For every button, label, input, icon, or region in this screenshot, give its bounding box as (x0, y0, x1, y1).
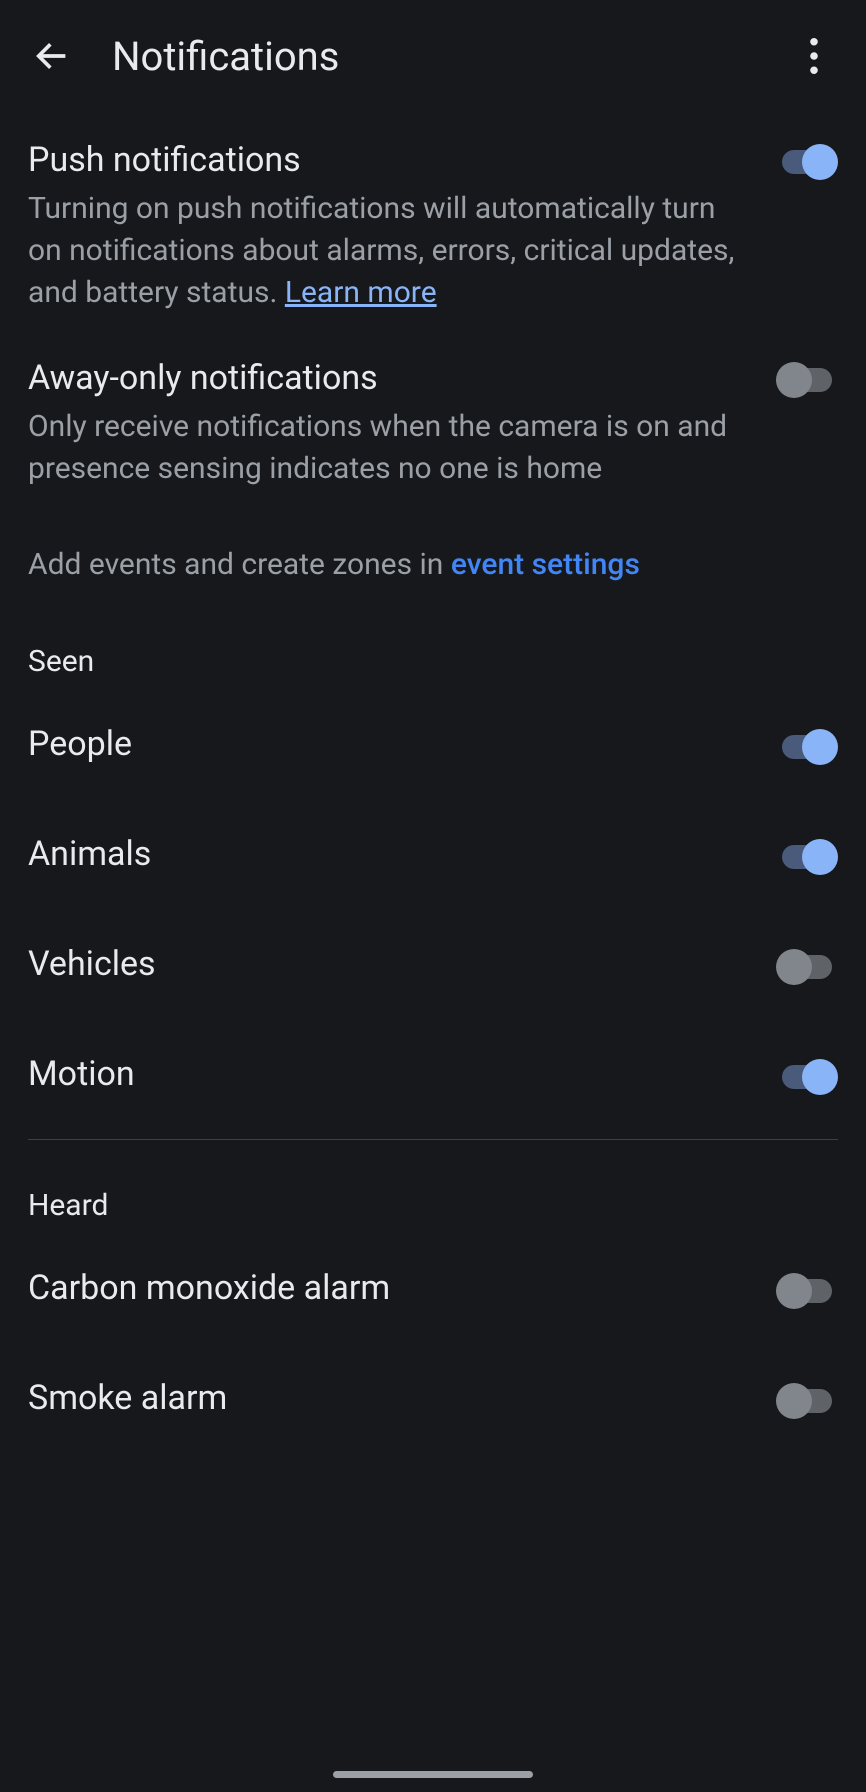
carbon-monoxide-option: Carbon monoxide alarm (28, 1233, 838, 1343)
info-text: Add events and create zones in event set… (28, 514, 838, 626)
more-vert-icon (809, 37, 819, 75)
content: Push notifications Turning on push notif… (0, 100, 866, 1453)
setting-text: Away-only notifications Only receive not… (28, 356, 776, 490)
header: Notifications (0, 0, 866, 100)
option-label: Animals (28, 834, 151, 874)
option-label: People (28, 724, 132, 764)
smoke-alarm-toggle[interactable] (776, 1383, 838, 1419)
option-label: Carbon monoxide alarm (28, 1268, 390, 1308)
page-title: Notifications (112, 33, 790, 80)
info-prefix: Add events and create zones in (28, 547, 451, 582)
push-toggle[interactable] (776, 144, 838, 180)
people-option: People (28, 689, 838, 799)
smoke-alarm-option: Smoke alarm (28, 1343, 838, 1453)
option-label: Motion (28, 1054, 135, 1094)
event-settings-link[interactable]: event settings (451, 547, 640, 582)
back-arrow-icon (32, 36, 72, 76)
push-notifications-setting: Push notifications Turning on push notif… (28, 120, 838, 338)
setting-text: Push notifications Turning on push notif… (28, 138, 776, 314)
divider (28, 1139, 838, 1140)
carbon-monoxide-toggle[interactable] (776, 1273, 838, 1309)
away-description: Only receive notifications when the came… (28, 406, 746, 490)
animals-toggle[interactable] (776, 839, 838, 875)
home-indicator[interactable] (333, 1771, 533, 1778)
back-button[interactable] (28, 32, 76, 80)
option-label: Vehicles (28, 944, 156, 984)
motion-toggle[interactable] (776, 1059, 838, 1095)
seen-section-header: Seen (28, 626, 838, 689)
learn-more-link[interactable]: Learn more (285, 275, 437, 310)
push-description: Turning on push notifications will autom… (28, 188, 746, 314)
push-title: Push notifications (28, 138, 746, 182)
away-only-setting: Away-only notifications Only receive not… (28, 338, 838, 514)
people-toggle[interactable] (776, 729, 838, 765)
away-title: Away-only notifications (28, 356, 746, 400)
heard-section-header: Heard (28, 1170, 838, 1233)
vehicles-option: Vehicles (28, 909, 838, 1019)
motion-option: Motion (28, 1019, 838, 1129)
away-toggle[interactable] (776, 362, 838, 398)
more-menu-button[interactable] (790, 32, 838, 80)
option-label: Smoke alarm (28, 1378, 227, 1418)
animals-option: Animals (28, 799, 838, 909)
vehicles-toggle[interactable] (776, 949, 838, 985)
